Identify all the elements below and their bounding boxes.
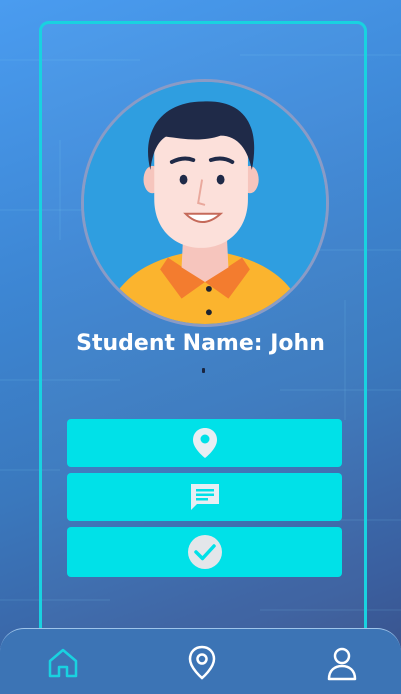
student-avatar-illustration <box>84 82 326 324</box>
message-button[interactable] <box>67 473 342 521</box>
map-pin-icon <box>188 645 216 680</box>
location-button[interactable] <box>67 419 342 467</box>
decorative-dot <box>202 368 205 373</box>
location-pin-icon <box>192 428 217 458</box>
check-circle-icon <box>187 535 222 569</box>
message-icon <box>190 484 219 510</box>
avatar <box>81 79 329 327</box>
nav-home[interactable] <box>43 643 83 683</box>
student-name: Student Name: John <box>76 331 325 356</box>
bottom-navigation <box>0 628 401 694</box>
attendance-check-button[interactable] <box>67 527 342 577</box>
nav-map[interactable] <box>182 643 222 683</box>
nav-profile[interactable] <box>322 643 362 683</box>
profile-icon <box>327 647 357 681</box>
home-icon <box>48 648 78 678</box>
